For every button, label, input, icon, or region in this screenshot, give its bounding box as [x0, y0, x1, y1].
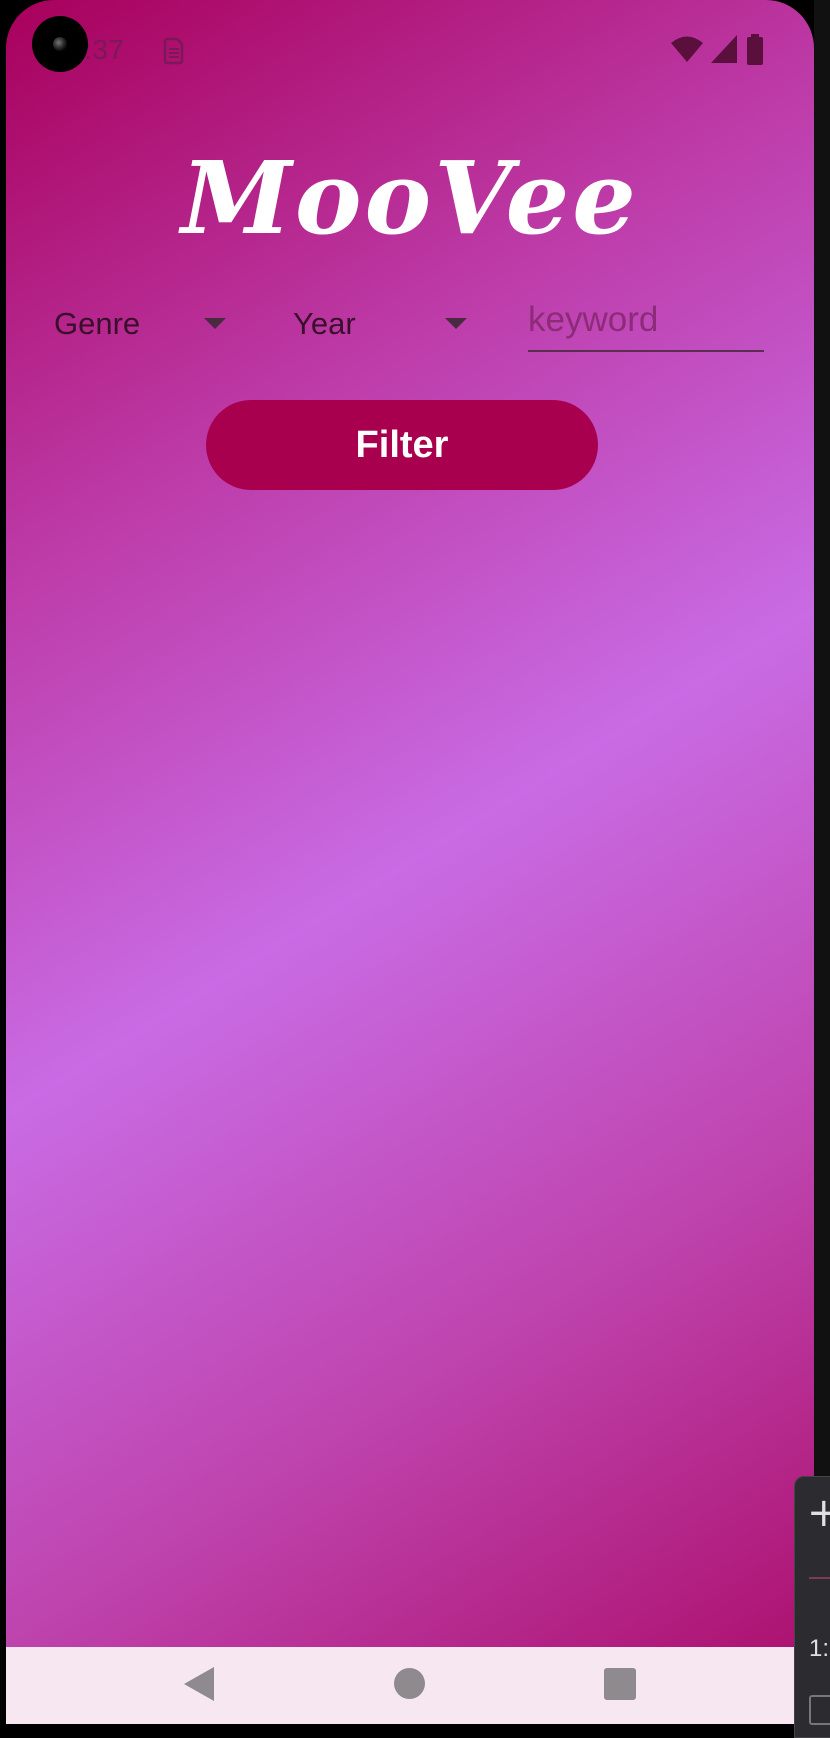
panel-text: 1:	[809, 1635, 830, 1662]
chevron-down-icon	[445, 318, 467, 329]
navigation-bar	[6, 1647, 814, 1724]
front-camera	[32, 16, 88, 72]
add-icon[interactable]: +	[807, 1493, 830, 1533]
recents-icon[interactable]	[604, 1668, 636, 1700]
window-icon[interactable]	[809, 1695, 830, 1725]
app-title: MooVee	[181, 139, 639, 257]
panel-divider	[809, 1577, 830, 1579]
status-icons	[670, 34, 770, 66]
filter-button[interactable]: Filter	[206, 400, 598, 490]
year-label: Year	[293, 306, 356, 341]
app-screen: 1:37 MooVee Genre Year Filter	[6, 0, 814, 1724]
genre-label: Genre	[54, 306, 141, 341]
home-icon[interactable]	[394, 1668, 425, 1699]
emulator-side-panel: + 1:	[794, 1476, 830, 1738]
keyword-field	[528, 296, 764, 358]
chevron-down-icon	[204, 318, 226, 329]
year-dropdown[interactable]: Year	[293, 298, 473, 350]
back-icon[interactable]	[184, 1667, 214, 1701]
wifi-icon	[671, 36, 703, 62]
camera-lens	[53, 37, 67, 51]
device-bezel	[814, 0, 830, 1724]
sim-card-icon	[163, 37, 184, 65]
cell-signal-icon	[711, 35, 737, 63]
keyword-input[interactable]	[528, 296, 764, 352]
genre-dropdown[interactable]: Genre	[54, 298, 234, 350]
status-bar: 1:37	[6, 22, 814, 78]
battery-icon	[747, 34, 763, 65]
